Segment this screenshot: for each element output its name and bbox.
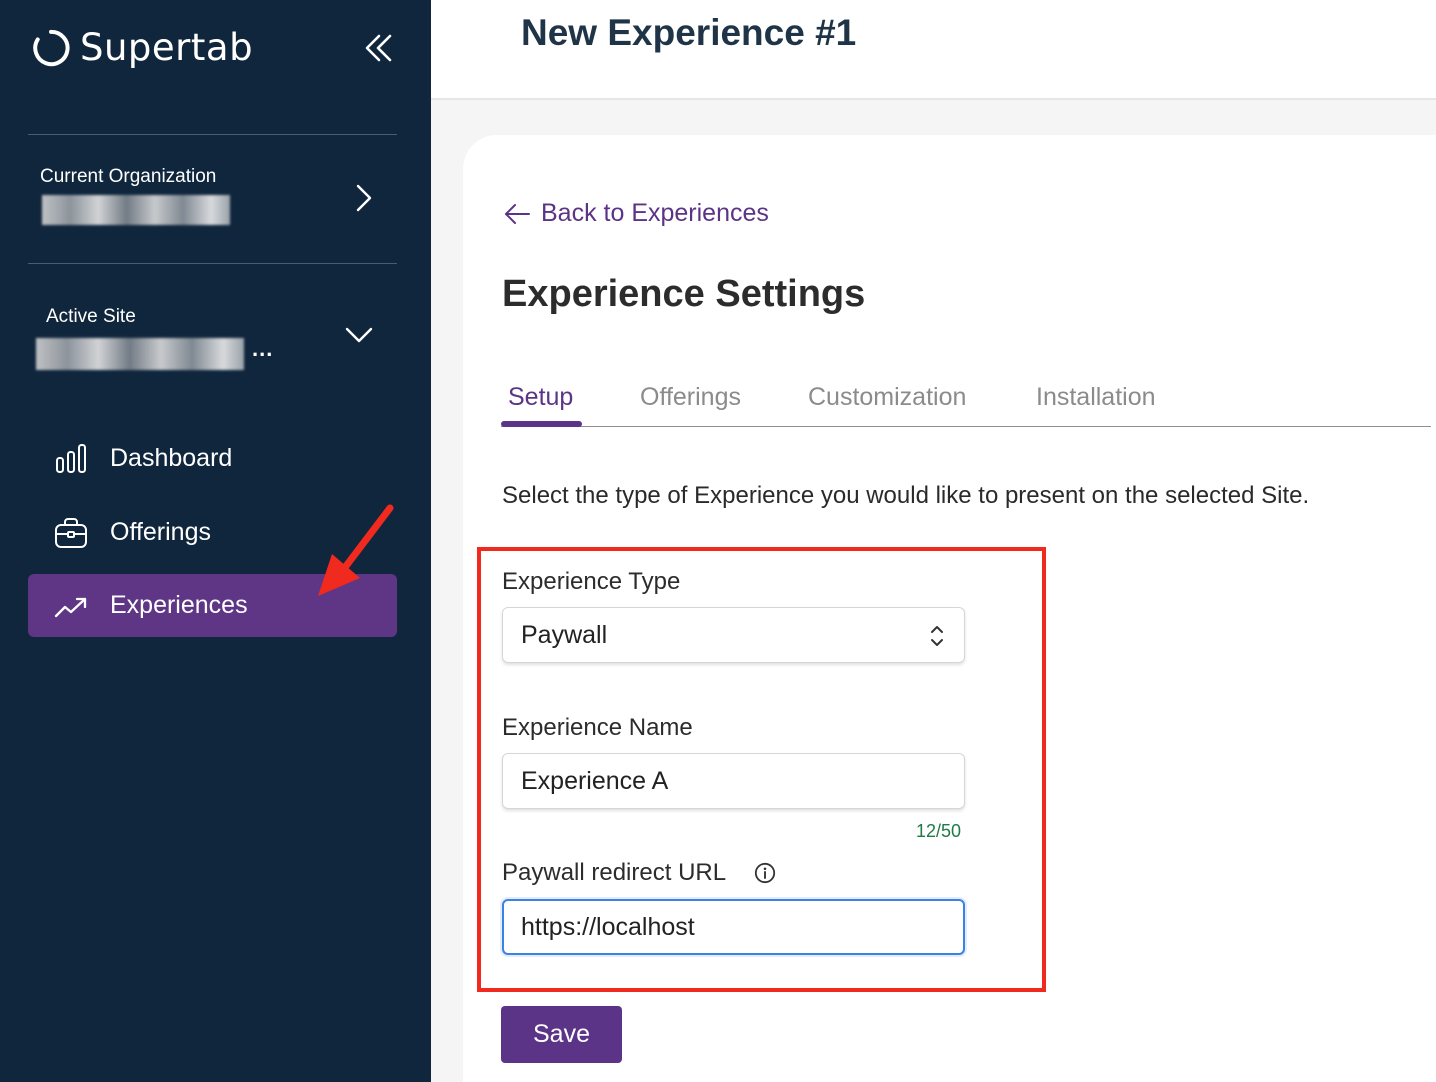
nav-label-experiences: Experiences — [110, 591, 248, 619]
active-site-selector[interactable]: Active Site ... — [28, 264, 397, 384]
collapse-sidebar-icon[interactable] — [362, 30, 396, 66]
arrow-left-icon — [505, 203, 530, 224]
tab-customization[interactable]: Customization — [808, 383, 966, 412]
current-organization-label: Current Organization — [40, 166, 217, 187]
bar-chart-icon — [56, 443, 86, 473]
back-link-label: Back to Experiences — [541, 199, 769, 227]
info-icon[interactable] — [754, 862, 776, 884]
organization-name-redacted — [42, 195, 230, 225]
brand-name: Supertab — [80, 26, 254, 69]
site-name-redacted — [36, 338, 244, 370]
page-header: New Experience #1 — [431, 0, 1436, 100]
paywall-redirect-url-field[interactable]: https://localhost — [502, 899, 965, 955]
character-count: 12/50 — [916, 821, 962, 841]
active-tab-indicator — [501, 421, 582, 427]
experience-name-value: Experience A — [521, 766, 669, 795]
experience-type-label: Experience Type — [502, 568, 681, 595]
experience-name-label: Experience Name — [502, 714, 693, 741]
experience-type-value: Paywall — [521, 620, 608, 649]
settings-tabs: Setup Offerings Customization Installati… — [501, 379, 1431, 427]
select-arrows-icon — [931, 626, 943, 646]
nav-item-experiences[interactable]: Experiences — [28, 574, 397, 637]
active-site-label: Active Site — [46, 306, 136, 327]
site-name-ellipsis: ... — [252, 336, 274, 361]
page-title: New Experience #1 — [521, 12, 857, 53]
nav-label-dashboard: Dashboard — [110, 444, 233, 472]
sidebar: Supertab Current Organization Active Sit… — [0, 0, 431, 1082]
briefcase-icon — [55, 517, 87, 548]
current-organization-selector[interactable]: Current Organization — [28, 135, 397, 263]
experience-type-select[interactable]: Paywall — [502, 607, 965, 663]
nav-item-dashboard[interactable]: Dashboard — [28, 427, 397, 490]
paywall-redirect-url-value: https://localhost — [521, 912, 695, 941]
intro-text: Select the type of Experience you would … — [502, 482, 1310, 509]
paywall-redirect-url-label: Paywall redirect URL — [502, 859, 727, 886]
experience-name-field[interactable]: Experience A — [502, 753, 965, 809]
tab-offerings[interactable]: Offerings — [640, 383, 741, 412]
nav-label-offerings: Offerings — [110, 518, 211, 546]
save-button[interactable]: Save — [501, 1006, 622, 1063]
chevron-down-icon — [345, 327, 373, 343]
tab-setup[interactable]: Setup — [508, 383, 573, 412]
nav-item-offerings[interactable]: Offerings — [28, 501, 397, 564]
trending-up-icon — [54, 597, 87, 617]
experience-settings-card: Back to Experiences Experience Settings … — [463, 135, 1436, 1082]
supertab-logo-icon — [33, 29, 70, 66]
brand[interactable]: Supertab — [32, 26, 253, 69]
section-title: Experience Settings — [502, 273, 866, 315]
tab-installation[interactable]: Installation — [1036, 383, 1156, 412]
back-to-experiences-link[interactable]: Back to Experiences — [503, 199, 769, 228]
chevron-right-icon — [356, 184, 372, 212]
